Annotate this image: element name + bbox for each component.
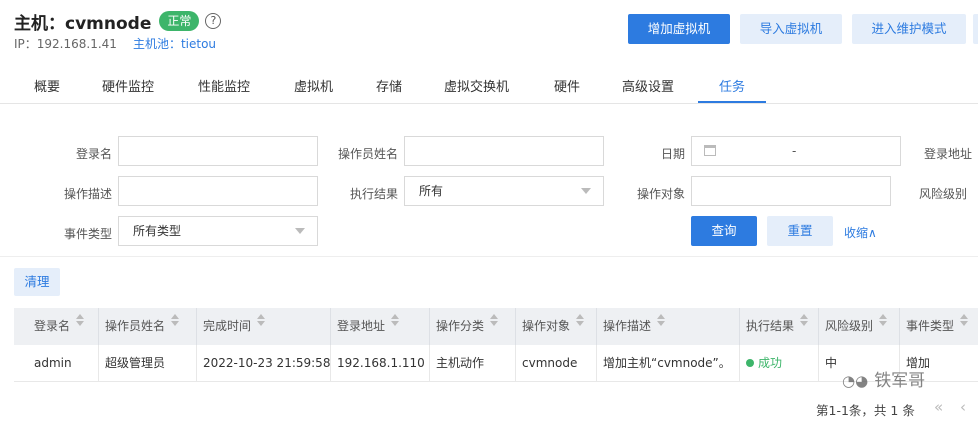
event-type-value: 所有类型 [133, 224, 182, 238]
cell-operator-name: 超级管理员 [98, 345, 196, 382]
tab-storage[interactable]: 存储 [376, 76, 402, 95]
login-name-input[interactable] [118, 136, 318, 166]
exec-result-select[interactable]: 所有 [404, 176, 604, 206]
op-desc-input[interactable] [118, 176, 318, 206]
query-button[interactable]: 查询 [691, 216, 757, 246]
sort-icon[interactable] [576, 314, 585, 326]
page-title: 主机：cvmnode [14, 13, 152, 34]
column-header-exec-result[interactable]: 执行结果 [739, 308, 818, 345]
sort-icon[interactable] [960, 314, 969, 326]
column-header-event-type[interactable]: 事件类型 [899, 308, 978, 345]
success-dot-icon [746, 358, 754, 367]
sort-icon[interactable] [657, 314, 666, 326]
exec-result-value: 所有 [419, 184, 444, 198]
maintenance-mode-button[interactable]: 进入维护模式 [852, 14, 966, 44]
more-actions-button[interactable] [973, 14, 978, 44]
cell-op-category: 主机动作 [429, 345, 515, 382]
chevron-down-icon [581, 188, 591, 194]
watermark: ◔◕ 铁军哥 [842, 366, 925, 391]
sort-icon[interactable] [800, 314, 809, 326]
operator-name-label: 操作员姓名 [338, 147, 399, 161]
table-header: 登录名 操作员姓名 完成时间 登录地址 操作分类 操作对象 操作描述 执行结果 … [14, 308, 978, 345]
date-range-input[interactable]: - [691, 136, 901, 166]
import-vm-button[interactable]: 导入虚拟机 [740, 14, 842, 44]
risk-level-label: 风险级别 [919, 187, 968, 201]
login-address-label: 登录地址 [924, 147, 973, 161]
column-header-login-name[interactable]: 登录名 [14, 308, 98, 345]
host-info: IP：192.168.1.41 主机池：tietou [14, 35, 221, 52]
sort-icon[interactable] [171, 314, 180, 326]
tab-hardware-monitor[interactable]: 硬件监控 [102, 76, 154, 95]
tab-overview[interactable]: 概要 [34, 76, 60, 95]
op-target-input[interactable] [691, 176, 891, 206]
calendar-icon [704, 145, 716, 156]
cell-op-target: cvmnode [515, 345, 596, 382]
operator-name-input[interactable] [404, 136, 604, 166]
event-type-label: 事件类型 [64, 227, 113, 241]
pagination-summary: 第1-1条，共 1 条 [816, 403, 915, 418]
host-pool-link[interactable]: 主机池：tietou [133, 35, 216, 52]
sort-icon[interactable] [76, 314, 85, 326]
tab-tasks[interactable]: 任务 [719, 76, 745, 95]
pagination-prev-icons[interactable]: « ‹ [934, 398, 972, 416]
host-ip: IP：192.168.1.41 [14, 37, 117, 51]
status-badge: 正常 [159, 11, 200, 31]
tab-virtual-switch[interactable]: 虚拟交换机 [444, 76, 509, 95]
column-header-op-category[interactable]: 操作分类 [429, 308, 515, 345]
cell-op-desc: 增加主机“cvmnode”。 [596, 345, 739, 382]
sort-icon[interactable] [257, 314, 266, 326]
clear-button[interactable]: 清理 [14, 268, 60, 296]
add-vm-button[interactable]: 增加虚拟机 [628, 14, 730, 44]
host-title-row: 主机：cvmnode 正常 ? [14, 8, 222, 34]
op-desc-label: 操作描述 [64, 187, 113, 201]
tab-performance-monitor[interactable]: 性能监控 [198, 76, 250, 95]
op-target-label: 操作对象 [637, 187, 686, 201]
reset-button[interactable]: 重置 [767, 216, 833, 246]
cell-login-name: admin [34, 356, 72, 370]
tab-virtual-machines[interactable]: 虚拟机 [294, 76, 333, 95]
tab-advanced-settings[interactable]: 高级设置 [622, 76, 674, 95]
sort-icon[interactable] [391, 314, 400, 326]
cell-exec-result: 成功 [739, 345, 818, 382]
chevron-down-icon [295, 228, 305, 234]
login-name-label: 登录名 [76, 147, 113, 161]
tab-bar: 概要 硬件监控 性能监控 虚拟机 存储 虚拟交换机 硬件 高级设置 任务 [0, 70, 978, 104]
column-header-op-desc[interactable]: 操作描述 [596, 308, 739, 345]
exec-result-label: 执行结果 [350, 187, 399, 201]
table-row[interactable]: admin 超级管理员 2022-10-23 21:59:58 192.168.… [14, 345, 978, 382]
column-header-login-address[interactable]: 登录地址 [330, 308, 429, 345]
date-label: 日期 [661, 147, 686, 161]
column-header-op-target[interactable]: 操作对象 [515, 308, 596, 345]
sort-icon[interactable] [490, 314, 499, 326]
sort-icon[interactable] [879, 314, 888, 326]
date-range-separator: - [792, 144, 797, 158]
column-header-finish-time[interactable]: 完成时间 [196, 308, 330, 345]
active-tab-indicator [698, 101, 766, 103]
section-divider [0, 256, 978, 257]
collapse-filters-link[interactable]: 收缩∧ [844, 224, 877, 241]
column-header-risk-level[interactable]: 风险级别 [818, 308, 899, 345]
event-type-select[interactable]: 所有类型 [118, 216, 318, 246]
help-icon[interactable]: ? [205, 13, 222, 29]
tab-hardware[interactable]: 硬件 [554, 76, 580, 95]
wechat-icon: ◔◕ [842, 372, 869, 390]
host-header: 主机：cvmnode 正常 ? IP：192.168.1.41 主机池：tiet… [14, 8, 222, 52]
cell-login-address: 192.168.1.110 [330, 345, 429, 382]
column-header-operator-name[interactable]: 操作员姓名 [98, 308, 196, 345]
watermark-text: 铁军哥 [874, 371, 926, 391]
cell-finish-time: 2022-10-23 21:59:58 [196, 345, 330, 382]
exec-result-text: 成功 [758, 356, 783, 370]
